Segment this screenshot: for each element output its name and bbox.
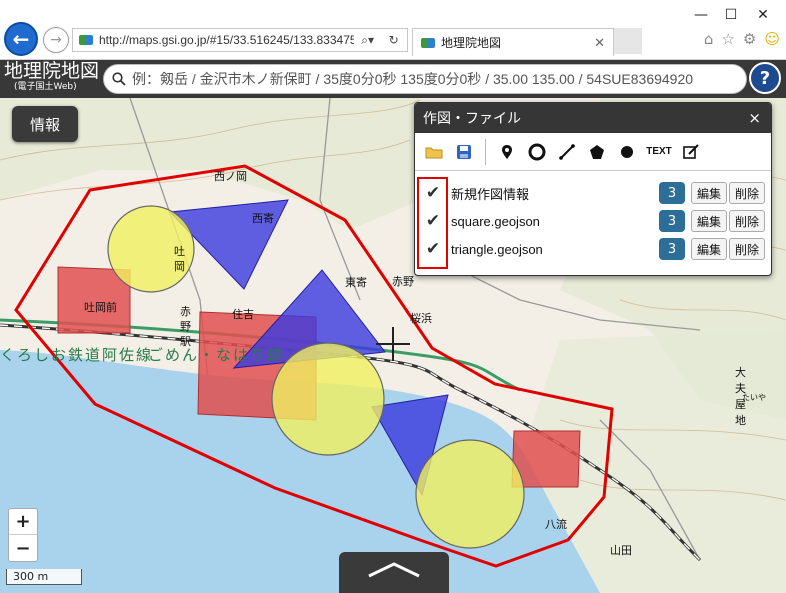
open-folder-icon[interactable] bbox=[421, 138, 447, 166]
refresh-icon[interactable]: ↻ bbox=[389, 33, 399, 47]
browser-toolbar: ⌂ ☆ ⚙ ☺ bbox=[704, 30, 780, 48]
layer-row: ✔ square.geojson 3 編集 削除 bbox=[415, 207, 771, 235]
logo-subtitle: (電子国土Web) bbox=[14, 82, 77, 92]
tab-close-icon[interactable]: ✕ bbox=[594, 35, 605, 51]
panel-header: 作図・ファイル × bbox=[415, 103, 771, 133]
address-tools: ⌕▾ ↻ bbox=[354, 30, 406, 50]
line-icon[interactable] bbox=[554, 138, 580, 166]
search-dropdown-icon[interactable]: ⌕▾ bbox=[361, 33, 374, 48]
smiley-icon[interactable]: ☺ bbox=[764, 30, 780, 48]
railway-label: くろしお鉄道阿佐線 bbox=[0, 346, 153, 364]
map-label: 八流 bbox=[545, 517, 567, 531]
arrow-right-icon: → bbox=[50, 32, 62, 48]
text-tool-button[interactable]: TEXT bbox=[644, 138, 674, 166]
home-icon[interactable]: ⌂ bbox=[704, 30, 714, 48]
layer-count-badge: 3 bbox=[659, 238, 685, 260]
browser-chrome: — ☐ ✕ ← → http://maps.gsi.go.jp/#15/33.5… bbox=[0, 0, 786, 60]
close-icon[interactable]: × bbox=[748, 109, 761, 127]
checkbox-highlight-box bbox=[417, 177, 448, 269]
map-label: 山田 bbox=[610, 544, 632, 557]
polygon-icon[interactable] bbox=[584, 138, 610, 166]
layer-delete-button[interactable]: 削除 bbox=[729, 210, 765, 232]
layer-row: ✔ triangle.geojson 3 編集 削除 bbox=[415, 235, 771, 263]
search-input[interactable]: 例：剱岳 / 金沢市木ノ新保町 / 35度0分0秒 135度0分0秒 / 35.… bbox=[103, 64, 747, 94]
layer-delete-button[interactable]: 削除 bbox=[729, 182, 765, 204]
help-button[interactable]: ? bbox=[749, 62, 781, 94]
site-header: 地理院地図 (電子国土Web) 例：剱岳 / 金沢市木ノ新保町 / 35度0分0… bbox=[0, 60, 786, 98]
layer-edit-button[interactable]: 編集 bbox=[691, 210, 727, 232]
scale-bar: 300 m bbox=[6, 569, 82, 585]
map-label: 西ノ岡 bbox=[214, 170, 247, 183]
chevron-up-icon bbox=[368, 562, 420, 578]
panel-title: 作図・ファイル bbox=[423, 111, 521, 127]
layer-edit-button[interactable]: 編集 bbox=[691, 238, 727, 260]
zoom-control: + − bbox=[8, 508, 38, 562]
edit-icon[interactable] bbox=[678, 138, 704, 166]
layer-name: square.geojson bbox=[451, 213, 540, 229]
tab-title: 地理院地図 bbox=[441, 36, 502, 50]
map-label: 大 bbox=[735, 365, 746, 379]
new-tab-button[interactable] bbox=[614, 28, 642, 54]
map-label: 赤 bbox=[180, 305, 191, 318]
map-label: 赤野 bbox=[392, 275, 414, 288]
dot-icon[interactable] bbox=[614, 138, 640, 166]
logo-title: 地理院地図 bbox=[4, 61, 100, 82]
layer-count-badge: 3 bbox=[659, 182, 685, 204]
circle-shape bbox=[415, 439, 525, 549]
layer-edit-button[interactable]: 編集 bbox=[691, 182, 727, 204]
arrow-left-icon: ← bbox=[12, 27, 30, 51]
map-label: 住吉 bbox=[232, 307, 254, 321]
layer-row: ✔ 新規作図情報 3 編集 削除 bbox=[415, 179, 771, 207]
bottom-panel-toggle[interactable] bbox=[339, 552, 449, 593]
help-icon: ? bbox=[759, 67, 771, 89]
circle-shape bbox=[271, 342, 385, 456]
toolbar-separator bbox=[485, 138, 486, 165]
star-icon[interactable]: ☆ bbox=[721, 30, 734, 48]
railway-label: ごめん・なはり線 bbox=[148, 346, 284, 364]
layer-delete-button[interactable]: 削除 bbox=[729, 238, 765, 260]
map-label: 吐岡前 bbox=[84, 300, 117, 314]
maximize-button[interactable]: ☐ bbox=[716, 4, 746, 26]
save-icon[interactable] bbox=[451, 138, 477, 166]
address-url: http://maps.gsi.go.jp/#15/33.516245/133.… bbox=[99, 33, 360, 47]
layer-count-badge: 3 bbox=[659, 210, 685, 232]
map-label: たいや bbox=[742, 393, 766, 402]
map-label: 野 bbox=[180, 320, 191, 333]
tab-favicon-icon bbox=[421, 37, 435, 48]
layer-list: ✔ 新規作図情報 3 編集 削除 ✔ square.geojson 3 編集 削… bbox=[415, 171, 771, 263]
site-logo[interactable]: 地理院地図 (電子国土Web) bbox=[4, 62, 99, 93]
search-icon bbox=[112, 72, 126, 86]
site-favicon-icon bbox=[79, 35, 93, 45]
map-label: 地 bbox=[735, 414, 746, 427]
search-placeholder: 例：剱岳 / 金沢市木ノ新保町 / 35度0分0秒 135度0分0秒 / 35.… bbox=[132, 71, 694, 87]
layer-name: 新規作図情報 bbox=[451, 186, 530, 202]
map-label: 吐 bbox=[174, 245, 185, 258]
browser-tab[interactable]: 地理院地図 ✕ bbox=[412, 28, 614, 56]
drawing-file-panel: 作図・ファイル × TEXT ✔ 新規作図情報 3 編集 削除 ✔ square… bbox=[414, 102, 772, 276]
browser-window: — ☐ ✕ ← → http://maps.gsi.go.jp/#15/33.5… bbox=[0, 0, 786, 593]
map-label: 西寄 bbox=[252, 211, 274, 225]
map-label: 東寄 bbox=[345, 275, 367, 289]
zoom-out-button[interactable]: − bbox=[9, 535, 37, 561]
layer-name: triangle.geojson bbox=[451, 241, 543, 257]
circle-icon[interactable] bbox=[524, 138, 550, 166]
minimize-button[interactable]: — bbox=[686, 4, 716, 26]
map-label: 岡 bbox=[174, 260, 185, 273]
close-window-button[interactable]: ✕ bbox=[748, 4, 778, 26]
forward-button[interactable]: → bbox=[43, 27, 69, 53]
zoom-in-button[interactable]: + bbox=[9, 509, 37, 535]
gear-icon[interactable]: ⚙ bbox=[743, 30, 756, 48]
back-button[interactable]: ← bbox=[4, 22, 38, 56]
info-button[interactable]: 情報 bbox=[12, 106, 78, 142]
drawing-toolbar: TEXT bbox=[415, 133, 771, 171]
map-label: 桜浜 bbox=[410, 311, 432, 325]
marker-icon[interactable] bbox=[494, 138, 520, 166]
